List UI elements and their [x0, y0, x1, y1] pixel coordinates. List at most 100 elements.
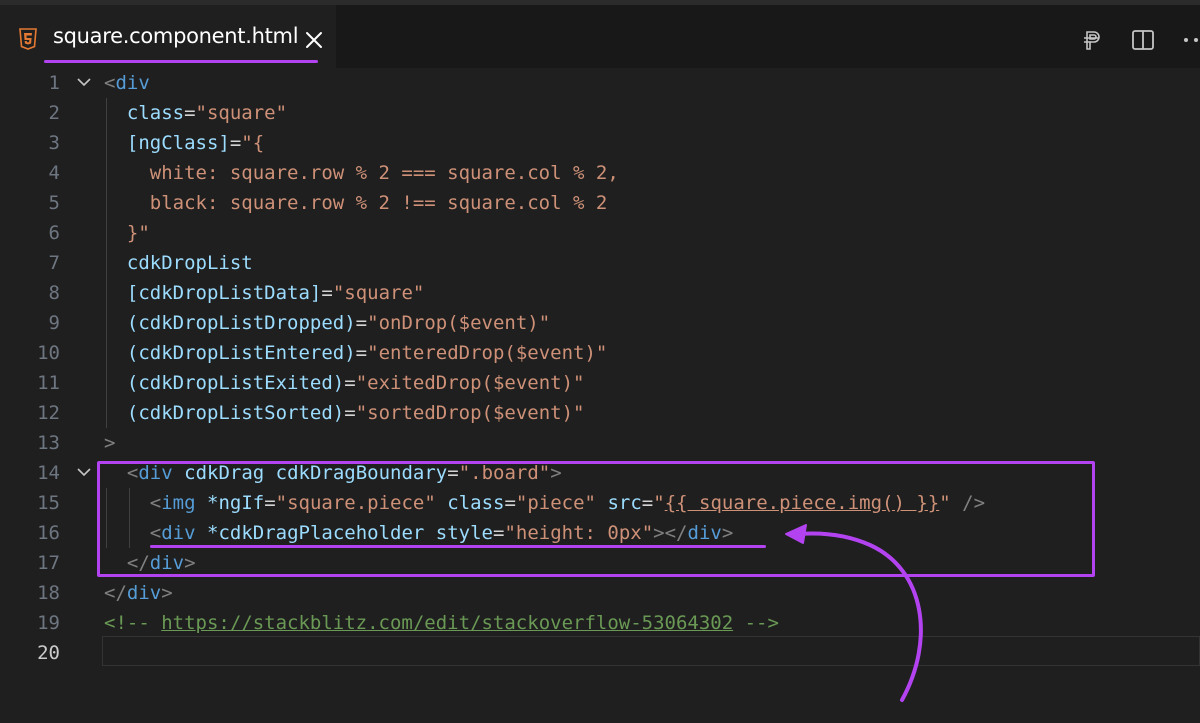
code-token: }" [126, 222, 150, 244]
code-text: black: square.row % 2 !== square.col % 2 [104, 188, 608, 218]
line-number: 17 [37, 552, 60, 574]
code-token: black: square.row % 2 !== square.col % 2 [104, 192, 608, 214]
code-token: = [229, 132, 242, 154]
line-number: 13 [37, 432, 60, 454]
code-token: (cdkDropListExited) [126, 372, 345, 394]
code-token: (cdkDropListSorted) [126, 402, 345, 424]
code-token: = [344, 372, 356, 394]
code-token: "square" [332, 282, 425, 304]
code-line[interactable]: 12 (cdkDropListSorted)="sortedDrop($even… [0, 398, 1200, 428]
code-text: </div> [104, 578, 173, 608]
line-number: 3 [48, 132, 60, 154]
line-number: 18 [37, 582, 60, 604]
code-line[interactable]: 3 [ngClass]="{ [0, 128, 1200, 158]
code-token: class [126, 102, 185, 124]
code-line[interactable]: 10 (cdkDropListEntered)="enteredDrop($ev… [0, 338, 1200, 368]
line-number: 16 [37, 522, 60, 544]
line-number: 8 [48, 282, 60, 304]
code-line[interactable]: 18 </div> [0, 578, 1200, 608]
code-token: (cdkDropListEntered) [126, 342, 356, 364]
line-number: 11 [37, 372, 60, 394]
code-token: div [126, 582, 162, 604]
tab-title: square.component.html [53, 24, 299, 48]
tab-title-underline [44, 60, 318, 63]
code-line[interactable]: 1 <div [0, 68, 1200, 98]
code-token: div [115, 72, 150, 94]
code-line[interactable]: 5 black: square.row % 2 !== square.col %… [0, 188, 1200, 218]
code-text: > [104, 428, 115, 458]
code-token: "onDrop($event)" [367, 312, 551, 334]
code-token: = [184, 102, 196, 124]
code-text: (cdkDropListExited)="exitedDrop($event)" [104, 368, 585, 398]
code-token: <!-- [104, 612, 162, 634]
code-token: </ [104, 582, 127, 604]
code-text: <!-- https://stackblitz.com/edit/stackov… [104, 608, 779, 638]
code-editor[interactable]: 1 <div 2 class="square" 3 [ngClass]="{4 whi… [0, 68, 1200, 723]
line-number: 4 [48, 162, 60, 184]
code-text: <div [104, 68, 150, 98]
code-line[interactable]: 6 }" [0, 218, 1200, 248]
code-line[interactable]: 7 cdkDropList [0, 248, 1200, 278]
html5-icon [19, 28, 37, 50]
code-token[interactable]: https://stackblitz.com/edit/stackoverflo… [161, 612, 733, 634]
code-line[interactable]: 20 [0, 638, 1200, 668]
code-token: white: square.row % 2 === square.col % 2… [104, 162, 619, 184]
code-token: [cdkDropListData] [126, 282, 322, 304]
line-number: 14 [37, 462, 60, 484]
code-text: [ngClass]="{ [104, 128, 264, 158]
line-number: 20 [37, 642, 60, 664]
code-text: cdkDropList [104, 248, 253, 278]
code-token: [ngClass] [126, 132, 230, 154]
code-text: (cdkDropListEntered)="enteredDrop($event… [104, 338, 607, 368]
open-preview-icon[interactable] [1082, 29, 1104, 51]
code-token: > [161, 582, 173, 604]
code-token: = [321, 282, 333, 304]
editor-tab[interactable]: square.component.html [0, 5, 336, 68]
code-token: = [355, 342, 368, 364]
code-line[interactable]: 13 > [0, 428, 1200, 458]
code-line[interactable]: 8 [cdkDropListData]="square" [0, 278, 1200, 308]
chevron-down-icon[interactable] [77, 468, 91, 477]
highlight-box [97, 461, 1095, 577]
line-number: 19 [37, 612, 60, 634]
code-text: }" [104, 218, 150, 248]
line-number: 2 [48, 102, 60, 124]
code-token: --> [733, 612, 779, 634]
line-number: 6 [48, 222, 60, 244]
code-text: class="square" [104, 98, 287, 128]
code-token: > [104, 432, 116, 454]
chevron-down-icon[interactable] [77, 78, 91, 87]
split-editor-icon[interactable] [1131, 29, 1155, 51]
code-line[interactable]: 4 white: square.row % 2 === square.col %… [0, 158, 1200, 188]
code-line[interactable]: 19 <!-- https://stackblitz.com/edit/stack… [0, 608, 1200, 638]
line-number: 12 [37, 402, 60, 424]
code-text: (cdkDropListSorted)="sortedDrop($event)" [104, 398, 585, 428]
line-number: 5 [48, 192, 60, 214]
code-line[interactable]: 9 (cdkDropListDropped)="onDrop($event)" [0, 308, 1200, 338]
code-token: (cdkDropListDropped) [126, 312, 356, 334]
close-icon[interactable] [304, 30, 324, 50]
line-number: 1 [48, 72, 60, 94]
code-token: "{ [241, 132, 265, 154]
tab-bar: square.component.html [0, 0, 1200, 68]
code-token: = [355, 312, 368, 334]
code-token: "sortedDrop($event)" [355, 402, 585, 424]
line-number: 15 [37, 492, 60, 514]
code-line[interactable]: 11 (cdkDropListExited)="exitedDrop($even… [0, 368, 1200, 398]
code-line[interactable]: 2 class="square" [0, 98, 1200, 128]
code-text: white: square.row % 2 === square.col % 2… [104, 158, 619, 188]
more-actions-icon[interactable] [1180, 29, 1200, 51]
code-token: cdkDropList [126, 252, 253, 274]
code-text: [cdkDropListData]="square" [104, 278, 424, 308]
code-token: "square" [195, 102, 288, 124]
line-number: 9 [48, 312, 60, 334]
line-number: 10 [37, 342, 60, 364]
